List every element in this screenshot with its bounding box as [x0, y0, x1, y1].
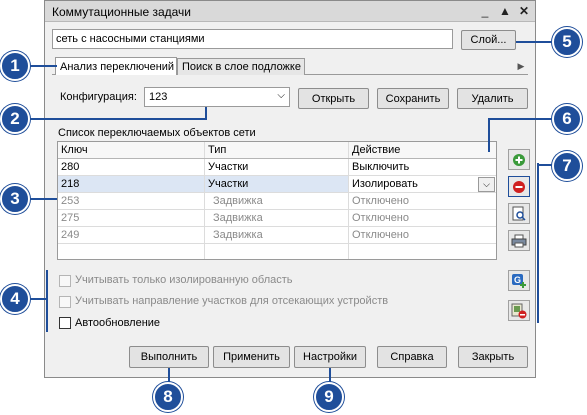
row-type: Задвижка	[205, 210, 349, 226]
print-preview-icon	[512, 206, 526, 221]
close-button[interactable]: Закрыть	[458, 346, 528, 368]
isolated-only-checkbox[interactable]	[59, 275, 71, 287]
column-header-type[interactable]: Тип	[205, 142, 349, 158]
callout-3: 3	[0, 184, 30, 214]
row-type: Задвижка	[205, 227, 349, 243]
print-button[interactable]	[508, 230, 530, 251]
callout-2-line	[30, 118, 206, 120]
column-header-action[interactable]: Действие	[349, 142, 496, 158]
open-button[interactable]: Открыть	[298, 88, 369, 109]
minimize-icon[interactable]: _	[477, 3, 493, 19]
tab-switch-analysis[interactable]: Анализ переключений	[55, 57, 177, 75]
add-graph-object-button[interactable]: G	[508, 270, 530, 291]
tab-background-search[interactable]: Поиск в слое подложке	[177, 58, 305, 75]
svg-text:G: G	[514, 275, 521, 285]
cut-direction-label: Учитывать направление участков для отсек…	[75, 295, 389, 307]
window-title: Коммутационные задачи	[52, 5, 192, 19]
callout-5: 5	[552, 27, 582, 57]
delete-button[interactable]: Удалить	[457, 88, 528, 109]
plus-icon	[513, 153, 525, 166]
layer-button[interactable]: Слой...	[461, 30, 516, 50]
callout-6-line-vertical	[488, 118, 490, 152]
preview-button[interactable]	[508, 203, 530, 224]
row-action: Изолировать	[352, 178, 418, 190]
table-row-empty	[58, 244, 496, 259]
callout-6: 6	[552, 104, 582, 134]
row-type: Участки	[205, 159, 349, 175]
row-key: 275	[58, 210, 205, 226]
row-key: 218	[58, 176, 205, 192]
layer-name-field[interactable]: сеть с насосными станциями	[52, 29, 453, 49]
callout-3-line	[30, 198, 57, 200]
table-row[interactable]: 249 Задвижка Отключено	[58, 227, 496, 244]
callout-4: 4	[0, 284, 30, 314]
remove-object-button[interactable]	[508, 176, 530, 197]
callout-6-line	[488, 118, 554, 120]
row-action: Отключено	[352, 229, 409, 241]
config-value: 123	[149, 91, 168, 103]
list-title: Список переключаемых объектов сети	[58, 127, 256, 139]
cut-direction-checkbox[interactable]	[59, 296, 71, 308]
table-header: Ключ Тип Действие	[58, 142, 496, 159]
chevron-down-icon: ⌵	[277, 90, 285, 101]
callout-5-line	[516, 41, 554, 43]
callout-1-line	[30, 65, 57, 67]
callout-7-bracket	[537, 163, 539, 323]
column-header-key[interactable]: Ключ	[58, 142, 205, 158]
minus-icon	[513, 180, 525, 193]
callout-9: 9	[314, 382, 344, 412]
callout-2: 2	[0, 104, 30, 134]
callout-8: 8	[153, 382, 183, 412]
apply-button[interactable]: Применить	[213, 346, 290, 368]
config-label: Конфигурация:	[60, 91, 137, 103]
chevron-down-icon[interactable]: ⌵	[478, 177, 495, 192]
tab-scroll-right-icon[interactable]: ▶	[515, 59, 527, 73]
callout-4-line	[30, 298, 46, 300]
row-action: Отключено	[352, 195, 409, 207]
remove-layer-object-button[interactable]	[508, 300, 530, 321]
table-row[interactable]: 253 Задвижка Отключено	[58, 193, 496, 210]
layer-name-value: сеть с насосными станциями	[56, 33, 205, 45]
row-key: 280	[58, 159, 205, 175]
add-object-button[interactable]	[508, 149, 530, 170]
collapse-up-icon[interactable]: ▲	[497, 3, 513, 19]
objects-table[interactable]: Ключ Тип Действие 280 Участки Выключить …	[57, 141, 497, 260]
row-type: Участки	[205, 176, 349, 192]
settings-button[interactable]: Настройки	[294, 346, 366, 368]
save-button[interactable]: Сохранить	[377, 88, 449, 109]
help-button[interactable]: Справка	[377, 346, 447, 368]
row-type: Задвижка	[205, 193, 349, 209]
run-button[interactable]: Выполнить	[129, 346, 209, 368]
action-dropdown[interactable]: Изолировать ⌵	[349, 176, 496, 192]
table-row[interactable]: 275 Задвижка Отключено	[58, 210, 496, 227]
auto-update-label: Автообновление	[75, 317, 161, 329]
isolated-only-label: Учитывать только изолированную область	[75, 274, 293, 286]
row-action: Отключено	[352, 212, 409, 224]
callout-4-bracket	[46, 270, 48, 332]
row-action: Выключить	[352, 161, 410, 173]
table-row[interactable]: 280 Участки Выключить	[58, 159, 496, 176]
printer-icon	[511, 234, 527, 247]
row-key: 253	[58, 193, 205, 209]
callout-2-line-vertical	[205, 107, 207, 120]
auto-update-checkbox[interactable]	[59, 317, 71, 329]
config-dropdown[interactable]: 123 ⌵	[144, 87, 290, 107]
callout-7: 7	[552, 151, 582, 181]
graph-add-icon: G	[512, 273, 526, 288]
callout-7-line	[539, 164, 553, 166]
close-icon[interactable]: ✕	[516, 3, 532, 19]
row-key: 249	[58, 227, 205, 243]
callout-1: 1	[0, 51, 30, 81]
layer-remove-icon	[511, 303, 527, 318]
table-row-selected[interactable]: 218 Участки Изолировать ⌵	[58, 176, 496, 193]
